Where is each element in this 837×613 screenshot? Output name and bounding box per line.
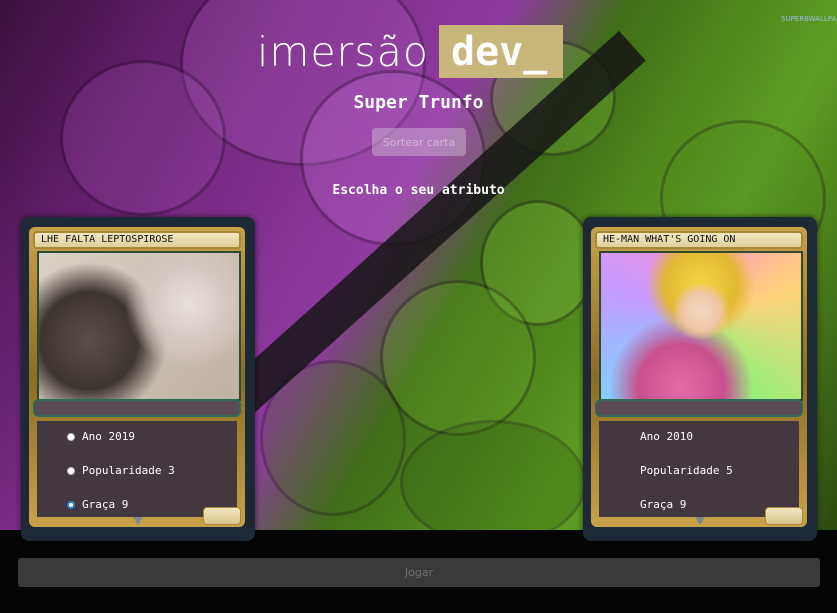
play-button[interactable]: Jogar	[18, 558, 820, 587]
attribute-option-graca[interactable]: Graça 9	[67, 498, 128, 511]
logo-highlight: dev_	[438, 25, 563, 78]
card-power-box	[203, 507, 241, 525]
radio-graca-checked[interactable]	[67, 500, 75, 509]
attribute-option-ano[interactable]: Ano 2019	[67, 430, 135, 443]
player-card: LHE FALTA LEPTOSPIROSE Ano 2019 Populari…	[21, 217, 255, 541]
attribute-popularidade: Popularidade 5	[640, 464, 733, 477]
card-name: HE-MAN WHAT'S GOING ON	[595, 231, 803, 249]
wallpaper-watermark: SUPERBWALLPAPERS	[781, 15, 837, 23]
card-name: LHE FALTA LEPTOSPIROSE	[33, 231, 241, 249]
attribute-ano: Ano 2010	[640, 430, 693, 443]
card-power-box	[765, 507, 803, 525]
radio-popularidade[interactable]	[67, 466, 75, 475]
attribute-label: Graça 9	[82, 498, 129, 511]
attribute-option-popularidade[interactable]: Popularidade 3	[67, 464, 175, 477]
choose-attribute-heading: Escolha o seu atributo	[332, 183, 505, 198]
page-title: Super Trunfo	[353, 92, 484, 113]
machine-card: HE-MAN WHAT'S GOING ON Ano 2010 Populari…	[583, 217, 817, 541]
radio-ano[interactable]	[67, 432, 75, 441]
imersao-dev-logo: imersão dev_	[257, 20, 563, 83]
logo-text: imersão	[257, 27, 429, 76]
card-type-bar	[33, 399, 241, 417]
attribute-label: Popularidade 3	[82, 464, 175, 477]
card-type-bar	[595, 399, 803, 417]
attribute-label: Ano 2019	[82, 430, 135, 443]
card-image-heman	[599, 251, 803, 401]
card-image-rats	[37, 251, 241, 401]
draw-card-button[interactable]: Sortear carta	[372, 128, 466, 156]
attribute-graca: Graça 9	[640, 498, 687, 511]
